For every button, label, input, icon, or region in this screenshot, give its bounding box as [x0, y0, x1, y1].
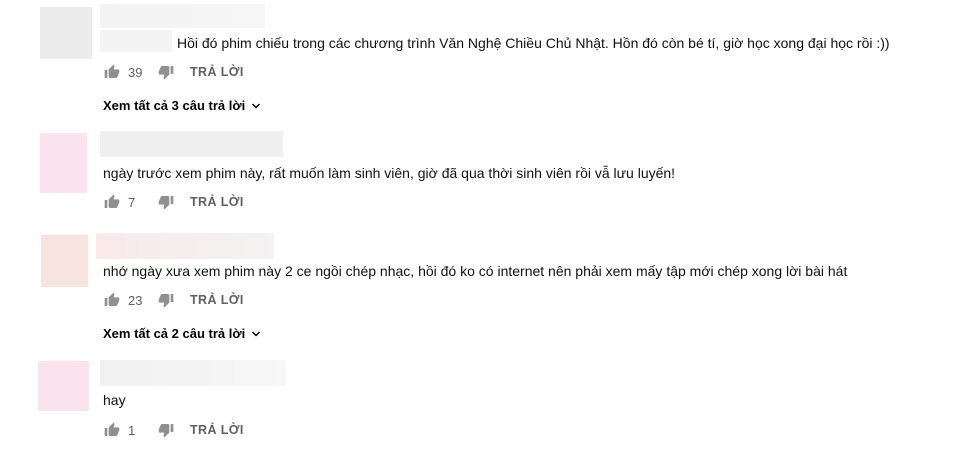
comment-actions: 39 TRẢ LỜI — [104, 62, 244, 82]
thumbs-up-icon[interactable] — [104, 64, 120, 80]
reply-button[interactable]: TRẢ LỜI — [190, 195, 244, 209]
thumbs-up-icon[interactable] — [104, 422, 120, 438]
thumbs-down-icon[interactable] — [158, 292, 174, 308]
comment-actions: 1 TRẢ LỜI — [104, 420, 244, 440]
avatar[interactable] — [38, 361, 89, 411]
author-name[interactable] — [100, 4, 265, 28]
comment-actions: 23 TRẢ LỜI — [104, 290, 244, 310]
like-count: 1 — [128, 422, 136, 438]
view-replies-label: Xem tất cả 3 câu trả lời — [103, 98, 246, 113]
reply-button[interactable]: TRẢ LỜI — [190, 423, 244, 437]
reply-button[interactable]: TRẢ LỜI — [190, 293, 244, 307]
avatar[interactable] — [41, 235, 88, 287]
like-count: 39 — [128, 64, 143, 80]
view-replies-button[interactable]: Xem tất cả 3 câu trả lời — [103, 98, 262, 113]
thumbs-up-icon[interactable] — [104, 292, 120, 308]
thumbs-up-icon[interactable] — [104, 194, 120, 210]
comment-text: ngày trước xem phim này, rất muốn làm si… — [103, 165, 676, 181]
author-name[interactable] — [100, 360, 286, 386]
view-replies-button[interactable]: Xem tất cả 2 câu trả lời — [103, 326, 262, 341]
comment-text: nhớ ngày xưa xem phim này 2 ce ngồi chép… — [103, 263, 848, 279]
chevron-down-icon — [250, 100, 262, 112]
thumbs-down-icon[interactable] — [158, 422, 174, 438]
author-name[interactable] — [100, 131, 283, 157]
comment-text: Hồi đó phim chiếu trong các chương trình… — [177, 35, 890, 51]
author-name-secondary — [100, 30, 172, 52]
comment-text: hay — [103, 392, 126, 408]
view-replies-label: Xem tất cả 2 câu trả lời — [103, 326, 246, 341]
avatar[interactable] — [40, 7, 92, 59]
thumbs-down-icon[interactable] — [158, 64, 174, 80]
like-count: 23 — [128, 292, 143, 308]
avatar[interactable] — [40, 133, 87, 193]
author-name[interactable] — [96, 233, 274, 259]
reply-button[interactable]: TRẢ LỜI — [190, 65, 244, 79]
thumbs-down-icon[interactable] — [158, 194, 174, 210]
comment-actions: 7 TRẢ LỜI — [104, 192, 244, 212]
chevron-down-icon — [250, 328, 262, 340]
like-count: 7 — [128, 194, 136, 210]
